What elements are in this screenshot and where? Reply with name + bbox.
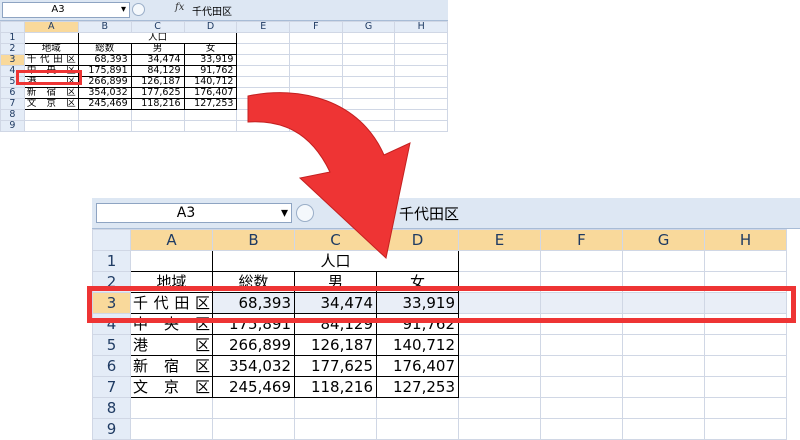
red-arrow-icon: [247, 92, 411, 259]
